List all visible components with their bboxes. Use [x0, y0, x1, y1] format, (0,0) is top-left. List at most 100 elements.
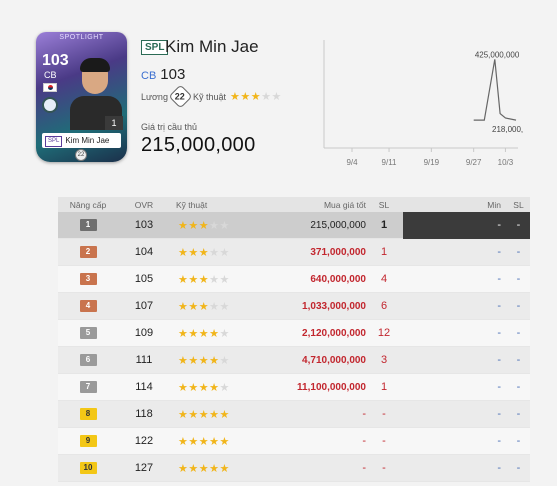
chart-x-tick: 9/19: [424, 158, 440, 167]
row-sl: 1: [380, 381, 388, 393]
star-icon: ★: [188, 354, 199, 367]
price-history-chart: 9/4 9/11 9/19 9/27 10/3 425,000,000 218,000,00…: [323, 40, 523, 167]
card-name-bar: SPL Kim Min Jae: [42, 133, 121, 148]
star-icon: ★: [188, 300, 199, 313]
row-level: 7: [58, 381, 118, 393]
table-row[interactable]: 7 114 ★★★★★ 11,100,000,000 1- -: [58, 374, 530, 401]
row-skill-stars: ★★★★★: [170, 435, 270, 448]
level-badge: 10: [79, 462, 97, 474]
star-icon: ★: [219, 381, 230, 394]
row-sl2: -: [516, 246, 521, 258]
wage-value: 22: [175, 91, 186, 102]
table-row[interactable]: 3 105 ★★★★★ 640,000,000 4- -: [58, 266, 530, 293]
row-price: 11,100,000,000: [297, 381, 366, 393]
star-icon: ★: [198, 354, 210, 367]
row-min: -: [497, 300, 501, 312]
table-row[interactable]: 1 103 ★★★★★ 215,000,000 1- -: [58, 211, 530, 239]
star-icon: ★: [188, 327, 199, 340]
star-icon: ★: [188, 381, 199, 394]
star-icon: ★: [271, 91, 282, 103]
star-icon: ★: [188, 408, 199, 421]
table-body: 1 103 ★★★★★ 215,000,000 1- -2 104 ★★★★★ 371,000,…: [58, 211, 530, 482]
chart-series-line: [473, 59, 517, 121]
player-card[interactable]: SPOTLIGHT 103 CB 1 SPL Kim Min Jae 22: [36, 32, 127, 162]
row-level: 2: [58, 246, 118, 258]
star-icon: ★: [198, 246, 210, 259]
club-crest-icon: [42, 97, 58, 113]
row-min: -: [403, 211, 507, 239]
table-row[interactable]: 4 107 ★★★★★ 1,033,000,000 6- -: [58, 293, 530, 320]
row-skill-stars: ★★★★★: [170, 219, 270, 232]
level-badge: 8: [79, 408, 97, 420]
star-icon: ★: [209, 381, 220, 394]
star-icon: ★: [219, 354, 230, 367]
star-icon: ★: [198, 327, 210, 340]
star-icon: ★: [209, 408, 220, 421]
row-min: -: [497, 408, 501, 420]
row-price: 1,033,000,000: [302, 300, 366, 312]
star-icon: ★: [198, 408, 210, 421]
star-icon: ★: [219, 462, 230, 475]
table-row[interactable]: 6 111 ★★★★★ 4,710,000,000 3- -: [58, 347, 530, 374]
row-sl2: -: [516, 354, 521, 366]
table-header: Nâng cấp OVR Kỹ thuật Mua giá tốt SL Min…: [58, 197, 530, 212]
row-ovr: 107: [134, 300, 154, 312]
row-min: -: [497, 381, 501, 393]
row-ovr: 104: [134, 246, 154, 258]
header-ovr: OVR: [134, 199, 154, 210]
row-ovr: 118: [135, 408, 153, 420]
card-position: CB: [44, 70, 57, 80]
wage-skill-row: Lương 22 Kỹ thuật ★★★★★: [141, 84, 282, 109]
row-sl: 4: [380, 273, 388, 285]
star-icon: ★: [219, 408, 230, 421]
row-level: 4: [58, 300, 118, 312]
row-ovr: 114: [135, 381, 153, 393]
row-min: -: [497, 273, 501, 285]
star-icon: ★: [209, 300, 220, 313]
row-ovr: 105: [134, 273, 154, 285]
row-level: 3: [58, 273, 118, 285]
player-ovr: 103: [160, 66, 186, 83]
row-price: 640,000,000: [310, 273, 366, 285]
chart-annotation-min: 218,000,000: [492, 125, 523, 134]
table-row[interactable]: 9 122 ★★★★★ - - - -: [58, 428, 530, 455]
star-icon: ★: [198, 381, 210, 394]
row-price: -: [362, 408, 366, 420]
level-badge: 6: [79, 354, 97, 366]
row-ovr: 111: [135, 354, 153, 366]
table-row[interactable]: 2 104 ★★★★★ 371,000,000 1- -: [58, 239, 530, 266]
table-row[interactable]: 8 118 ★★★★★ - - - -: [58, 401, 530, 428]
star-icon: ★: [250, 91, 262, 103]
card-season-label: SPOTLIGHT: [59, 34, 104, 41]
row-sl: -: [382, 435, 386, 447]
row-sl: -: [382, 408, 386, 420]
row-min: -: [497, 354, 501, 366]
row-sl2: -: [516, 435, 521, 447]
row-sl: -: [382, 462, 386, 474]
header-skill: Kỹ thuật: [176, 199, 208, 210]
star-icon: ★: [219, 327, 230, 340]
row-ovr: 122: [134, 435, 154, 447]
header-sl2: SL: [513, 199, 524, 210]
star-icon: ★: [178, 246, 189, 259]
star-icon: ★: [178, 273, 189, 286]
star-icon: ★: [198, 462, 210, 475]
row-level: 6: [58, 354, 118, 366]
row-min: -: [497, 246, 501, 258]
row-sl: 1: [380, 219, 388, 231]
table-row[interactable]: 5 109 ★★★★★ 2,120,000,000 12- -: [58, 320, 530, 347]
level-badge: 9: [79, 435, 97, 447]
star-icon: ★: [198, 219, 210, 232]
table-row[interactable]: 10 127 ★★★★★ - - - -: [58, 455, 530, 482]
row-level: 8: [58, 408, 118, 420]
chart-x-tick: 9/11: [382, 158, 398, 167]
row-skill-stars: ★★★★★: [170, 327, 270, 340]
row-sl: 3: [380, 354, 388, 366]
skill-stars: ★★★★★: [230, 90, 282, 103]
row-skill-stars: ★★★★★: [170, 273, 270, 286]
row-level: 9: [58, 435, 118, 447]
player-name: Kim Min Jae: [165, 37, 259, 56]
star-icon: ★: [240, 91, 251, 103]
star-icon: ★: [178, 327, 189, 340]
card-wage-badge: 22: [75, 149, 87, 161]
